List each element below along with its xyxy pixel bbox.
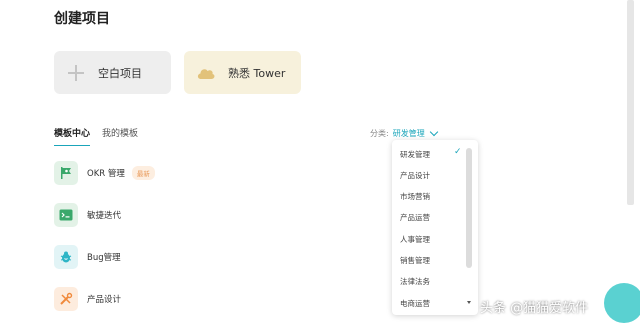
template-bug[interactable]: Bug管理 [54, 244, 374, 270]
template-product-design[interactable]: 产品设计 [54, 286, 374, 312]
bug-icon [54, 245, 78, 269]
blank-project-card[interactable]: 空白项目 [54, 51, 171, 94]
help-float-icon[interactable] [604, 283, 640, 323]
tab-my-templates[interactable]: 我的模板 [102, 126, 138, 145]
tools-icon [54, 287, 78, 311]
page-scrollbar[interactable] [627, 0, 634, 205]
template-name: Bug管理 [87, 253, 121, 263]
chevron-down-icon [429, 127, 438, 137]
dropdown-scrollbar[interactable] [466, 148, 472, 268]
dropdown-option[interactable]: 法律法务 [400, 276, 430, 287]
filter-value: 研发管理 [392, 129, 425, 138]
new-badge: 最新 [131, 166, 155, 180]
dropdown-option[interactable]: 销售管理 [400, 255, 430, 266]
plus-icon [60, 64, 92, 81]
tab-template-center[interactable]: 模板中心 [54, 126, 90, 145]
active-tab-indicator [54, 145, 90, 146]
dropdown-option[interactable]: 研发管理 [400, 149, 430, 160]
page-title: 创建项目 [54, 11, 110, 27]
template-tabs: 模板中心 我的模板 [54, 126, 138, 145]
template-name: OKR 管理 [87, 169, 125, 179]
tower-intro-card[interactable]: 熟悉 Tower [184, 51, 301, 94]
template-name: 产品设计 [87, 295, 122, 305]
cloud-icon [190, 66, 222, 80]
dropdown-option[interactable]: 产品设计 [400, 170, 430, 181]
dropdown-option[interactable]: 市场营销 [400, 191, 430, 202]
scroll-down-arrow-icon[interactable] [467, 301, 471, 304]
tower-intro-label: 熟悉 Tower [228, 66, 286, 80]
flag-icon [54, 161, 78, 185]
dropdown-option[interactable]: 人事管理 [400, 234, 430, 245]
dropdown-option[interactable]: 电商运营 [400, 298, 430, 309]
category-filter[interactable]: 分类: 研发管理 [370, 127, 438, 139]
blank-project-label: 空白项目 [98, 66, 142, 80]
check-icon: ✓ [454, 147, 462, 157]
template-okr[interactable]: OKR 管理 最新 [54, 160, 374, 186]
template-agile[interactable]: 敏捷迭代 [54, 202, 374, 228]
terminal-icon [54, 203, 78, 227]
dropdown-option[interactable]: 产品运营 [400, 212, 430, 223]
template-name: 敏捷迭代 [87, 211, 122, 221]
filter-prefix: 分类: [370, 129, 389, 138]
watermark-text: 头条 @猫猫爱软件 [480, 301, 589, 316]
